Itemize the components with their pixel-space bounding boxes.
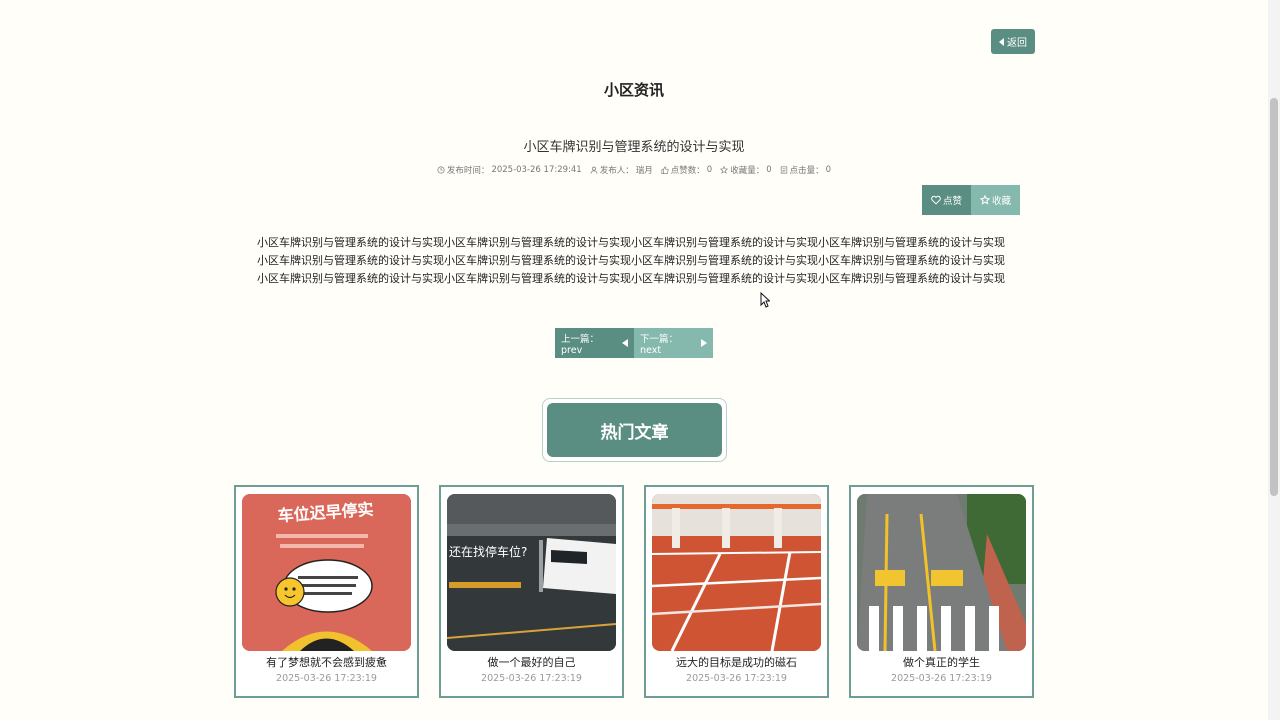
caret-right-icon — [701, 339, 707, 347]
hot-article-title: 有了梦想就不会感到疲惫 — [266, 656, 387, 669]
heart-icon — [931, 195, 941, 205]
hot-article-date: 2025-03-26 17:23:19 — [276, 673, 377, 684]
page-scrollbar[interactable] — [1268, 0, 1280, 720]
page: 返回 小区资讯 小区车牌识别与管理系统的设计与实现 发布时间： 2025-03-2… — [0, 0, 1280, 720]
hot-article-title: 远大的目标是成功的磁石 — [676, 656, 797, 669]
article-thumbnail: 还在找停车位? — [447, 494, 616, 651]
article-title: 小区车牌识别与管理系统的设计与实现 — [523, 140, 745, 155]
article-thumbnail: 车位迟早停实 — [242, 494, 411, 651]
article-content: 小区车牌识别与管理系统的设计与实现小区车牌识别与管理系统的设计与实现小区车牌识别… — [257, 236, 1005, 285]
meta-likes: 点赞数： 0 — [661, 164, 712, 176]
document-icon — [780, 166, 787, 174]
article-pager: 上一篇：prev 下一篇：next — [555, 328, 713, 358]
meta-clicks: 点击量： 0 — [780, 164, 831, 176]
thumbs-up-icon — [661, 166, 669, 174]
caret-left-icon — [622, 339, 628, 347]
back-button-label: 返回 — [1007, 38, 1027, 49]
star-icon — [720, 166, 729, 174]
meta-publisher: 发布人： 瑞月 — [590, 164, 653, 176]
meta-favorites: 收藏量： 0 — [720, 164, 772, 176]
user-icon — [590, 166, 598, 174]
street-crosswalk-image — [857, 494, 1026, 651]
chevron-left-icon — [999, 37, 1004, 46]
hot-articles-list: 车位迟早停实 有了梦想就不会感到疲惫 2025-03-26 17:23:19 还… — [234, 485, 1034, 698]
image-caption: 还在找停车位? — [449, 544, 527, 559]
next-article-button[interactable]: 下一篇：next — [634, 328, 713, 358]
article-actions: 点赞 收藏 — [922, 185, 1020, 215]
hot-articles-title: 热门文章 — [547, 403, 722, 457]
article-meta: 发布时间： 2025-03-26 17:29:41 发布人： 瑞月 点赞数： 0 收藏… — [0, 164, 1268, 176]
epoxy-parking-floor-image — [652, 494, 821, 651]
article-thumbnail — [652, 494, 821, 651]
hot-article-date: 2025-03-26 17:23:19 — [481, 673, 582, 684]
parking-garage-image: 还在找停车位? — [447, 494, 616, 651]
hot-article-card[interactable]: 车位迟早停实 有了梦想就不会感到疲惫 2025-03-26 17:23:19 — [234, 485, 419, 698]
hot-article-card[interactable]: 远大的目标是成功的磁石 2025-03-26 17:23:19 — [644, 485, 829, 698]
prev-article-button[interactable]: 上一篇：prev — [555, 328, 634, 358]
like-button[interactable]: 点赞 — [922, 185, 971, 215]
hot-article-date: 2025-03-26 17:23:19 — [891, 673, 992, 684]
hot-article-card[interactable]: 做个真正的学生 2025-03-26 17:23:19 — [849, 485, 1034, 698]
mouse-cursor-icon — [760, 292, 770, 308]
hot-article-title: 做个真正的学生 — [903, 656, 980, 669]
hot-article-date: 2025-03-26 17:23:19 — [686, 673, 787, 684]
hot-article-card[interactable]: 还在找停车位? 做一个最好的自己 2025-03-26 17:23:19 — [439, 485, 624, 698]
scrollbar-thumb[interactable] — [1270, 98, 1278, 496]
hot-articles-heading: 热门文章 — [542, 398, 727, 462]
article-thumbnail — [857, 494, 1026, 651]
back-button[interactable]: 返回 — [991, 29, 1035, 54]
parking-poster-image: 车位迟早停实 — [242, 494, 411, 651]
favorite-button[interactable]: 收藏 — [971, 185, 1020, 215]
clock-icon — [437, 166, 445, 174]
hot-article-title: 做一个最好的自己 — [487, 656, 576, 669]
section-title: 小区资讯 — [603, 81, 664, 99]
meta-publish-time: 发布时间： 2025-03-26 17:29:41 — [437, 164, 582, 176]
star-icon — [979, 195, 990, 205]
